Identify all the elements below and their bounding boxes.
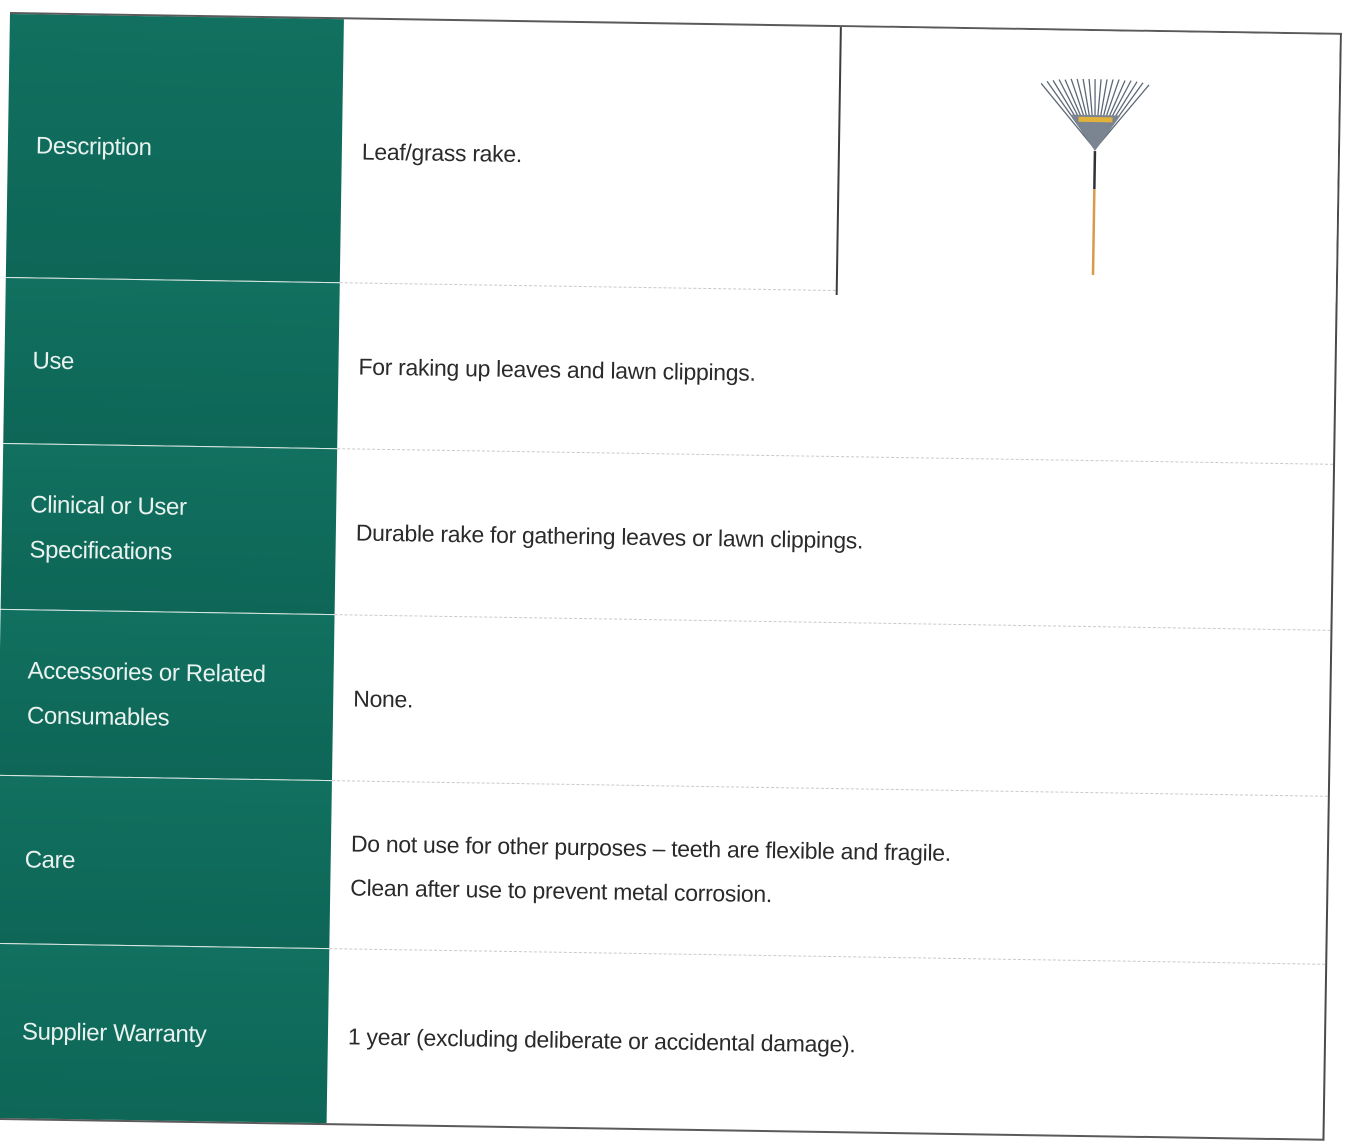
care-lines: Do not use for other purposes – teeth ar…	[350, 821, 951, 918]
spec-table: Description Leaf/grass rake. Use For rak…	[0, 12, 1342, 1141]
leaf-rake-icon	[1040, 78, 1150, 276]
row-care: Care Do not use for other purposes – tee…	[0, 775, 1328, 965]
row-label: Clinical or User Specifications	[29, 490, 187, 566]
row-label: Description	[35, 132, 152, 162]
label-cell: Description	[5, 13, 344, 284]
value-cell: None.	[331, 615, 1331, 797]
row-accessories: Accessories or Related Consumables None.	[0, 609, 1331, 797]
value-cell: 1 year (excluding deliberate or accident…	[327, 949, 1326, 1139]
label-cell: Accessories or Related Consumables	[0, 609, 335, 782]
row-label: Care	[24, 846, 76, 875]
row-value: For raking up leaves and lawn clippings.	[358, 353, 756, 386]
label-cell: Care	[0, 775, 332, 950]
row-label: Accessories or Related Consumables	[26, 656, 266, 732]
product-image-cell	[835, 27, 1340, 303]
row-use: Use For raking up leaves and lawn clippi…	[3, 277, 1336, 465]
value-cell: Leaf/grass rake.	[339, 19, 840, 292]
row-value: Leaf/grass rake.	[361, 138, 523, 167]
value-cell: Durable rake for gathering leaves or law…	[334, 449, 1334, 631]
value-cell: For raking up leaves and lawn clippings.	[337, 283, 1336, 465]
row-description: Description Leaf/grass rake.	[5, 13, 1340, 303]
row-value: 1 year (excluding deliberate or accident…	[347, 1023, 856, 1058]
label-cell: Use	[3, 277, 340, 450]
row-supplier-warranty: Supplier Warranty 1 year (excluding deli…	[0, 943, 1326, 1139]
value-cell: Do not use for other purposes – teeth ar…	[329, 781, 1328, 965]
care-line: Clean after use to prevent metal corrosi…	[350, 873, 773, 907]
row-value: None.	[353, 684, 414, 712]
product-sheet: Description Leaf/grass rake. Use For rak…	[0, 12, 1342, 1145]
label-cell: Clinical or User Specifications	[0, 443, 338, 616]
row-value: Durable rake for gathering leaves or law…	[355, 518, 864, 553]
row-label: Use	[32, 347, 75, 376]
label-cell: Supplier Warranty	[0, 943, 330, 1124]
row-clinical-specifications: Clinical or User Specifications Durable …	[0, 443, 1334, 631]
row-label: Supplier Warranty	[21, 1017, 207, 1048]
